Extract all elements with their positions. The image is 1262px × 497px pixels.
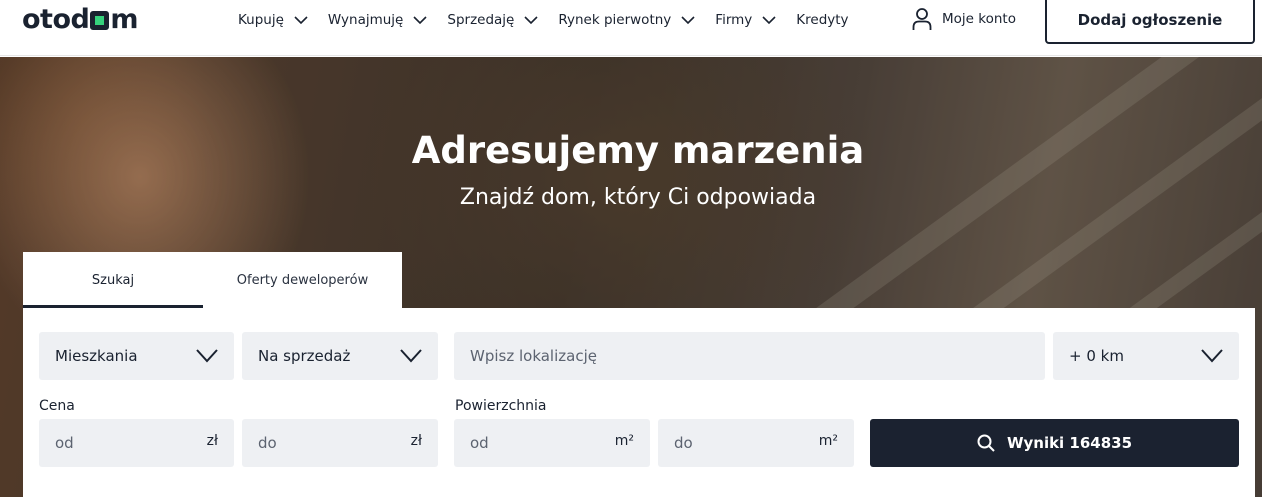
area-unit: m² <box>614 433 634 449</box>
chevron-down-icon <box>762 15 776 24</box>
area-from-input[interactable]: od m² <box>454 419 650 467</box>
tab-oferty-deweloperow[interactable]: Oferty deweloperów <box>203 252 402 308</box>
price-label: Cena <box>39 398 75 414</box>
search-icon <box>977 434 995 452</box>
search-panel: Mieszkania Na sprzedaż Wpisz lokalizację… <box>23 308 1255 497</box>
transaction-type-value: Na sprzedaż <box>258 347 351 365</box>
area-from-placeholder: od <box>470 434 489 452</box>
chevron-down-icon <box>196 349 218 363</box>
chevron-down-icon <box>1201 349 1223 363</box>
nav-item-firmy[interactable]: Firmy <box>715 12 776 28</box>
my-account-label: Moje konto <box>942 11 1016 27</box>
nav-item-label: Rynek pierwotny <box>558 12 672 28</box>
user-icon <box>912 8 932 30</box>
chevron-down-icon <box>524 15 538 24</box>
price-from-input[interactable]: od zł <box>39 419 234 467</box>
chevron-down-icon <box>294 15 308 24</box>
search-tabs: Szukaj Oferty deweloperów <box>23 252 402 308</box>
hero-title: Adresujemy marzenia <box>411 129 865 172</box>
add-listing-button[interactable]: Dodaj ogłoszenie <box>1045 0 1255 44</box>
price-unit: zł <box>410 433 422 449</box>
chevron-down-icon <box>400 349 422 363</box>
chevron-down-icon <box>413 15 427 24</box>
area-to-input[interactable]: do m² <box>658 419 854 467</box>
property-type-select[interactable]: Mieszkania <box>39 332 234 380</box>
otodom-logo[interactable]: otod m <box>22 4 138 35</box>
nav-item-wynajmuje[interactable]: Wynajmuję <box>328 12 427 28</box>
nav-item-label: Kredyty <box>796 12 849 28</box>
area-to-placeholder: do <box>674 434 693 452</box>
location-input[interactable]: Wpisz lokalizację <box>454 332 1045 380</box>
logo-mark-icon <box>90 11 110 30</box>
my-account-link[interactable]: Moje konto <box>912 7 1016 31</box>
nav-item-label: Firmy <box>715 12 753 28</box>
property-type-value: Mieszkania <box>55 347 138 365</box>
nav-item-label: Wynajmuję <box>327 12 404 28</box>
price-to-input[interactable]: do zł <box>242 419 438 467</box>
hero-subtitle: Znajdź dom, który Ci odpowiada <box>459 185 817 210</box>
site-header: otod m Kupuję Wynajmuję Sprzedaję Rynek p… <box>0 0 1262 56</box>
transaction-type-select[interactable]: Na sprzedaż <box>242 332 438 380</box>
price-from-placeholder: od <box>55 434 74 452</box>
area-unit: m² <box>818 433 838 449</box>
location-placeholder: Wpisz lokalizację <box>470 347 597 365</box>
nav-item-kredyty[interactable]: Kredyty <box>796 12 848 28</box>
nav-item-rynek-pierwotny[interactable]: Rynek pierwotny <box>558 12 695 28</box>
price-to-placeholder: do <box>258 434 277 452</box>
area-label: Powierzchnia <box>455 398 547 414</box>
nav-item-kupuje[interactable]: Kupuję <box>238 12 308 28</box>
tab-szukaj[interactable]: Szukaj <box>23 252 203 308</box>
distance-value: + 0 km <box>1069 347 1124 365</box>
distance-select[interactable]: + 0 km <box>1053 332 1239 380</box>
price-unit: zł <box>206 433 218 449</box>
nav-item-label: Sprzedaję <box>447 12 515 28</box>
nav-item-label: Kupuję <box>238 12 284 28</box>
nav-item-sprzedaje[interactable]: Sprzedaję <box>447 12 538 28</box>
chevron-down-icon <box>681 15 695 24</box>
main-nav: Kupuję Wynajmuję Sprzedaję Rynek pierwot… <box>238 10 869 30</box>
results-label: Wyniki 164835 <box>1006 434 1133 452</box>
search-results-button[interactable]: Wyniki 164835 <box>870 419 1239 467</box>
